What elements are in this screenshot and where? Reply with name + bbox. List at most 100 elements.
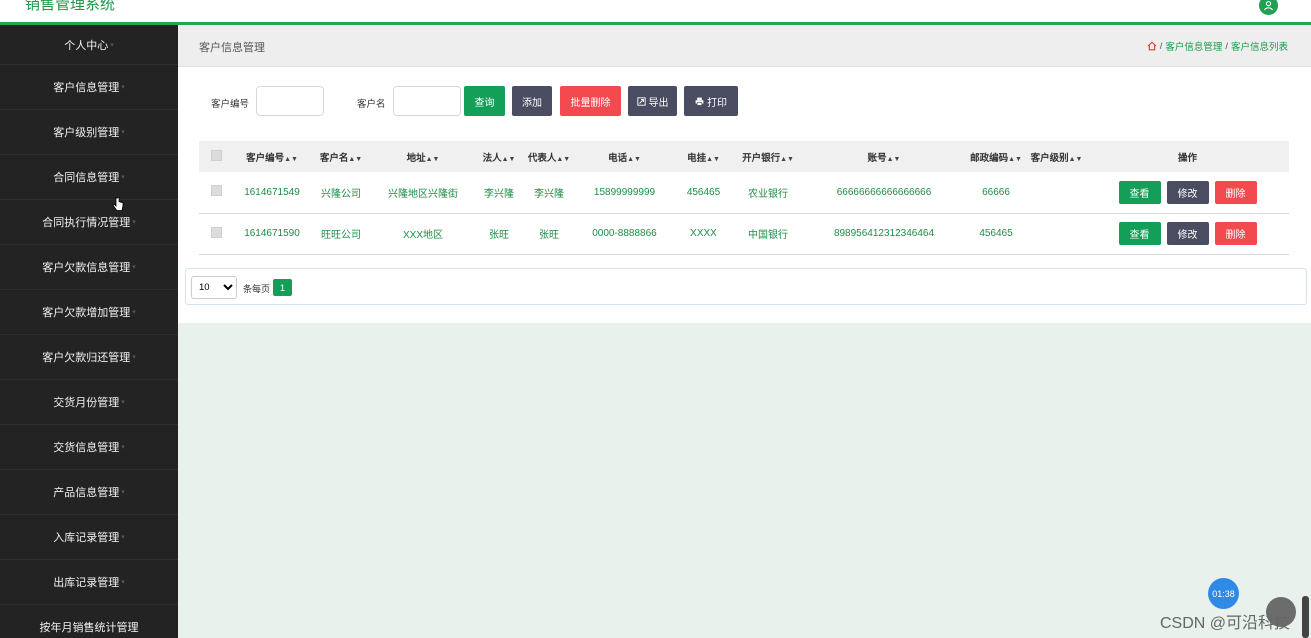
delete-button[interactable]: 删除 [1214, 180, 1257, 204]
chevron-down-icon: ▾ [121, 444, 125, 451]
breadcrumb-item-customer-info[interactable]: 客户信息管理 [1165, 39, 1222, 53]
column-header[interactable]: 开户银行▲▼ [733, 141, 803, 172]
column-header[interactable]: 客户编号▲▼ [233, 141, 311, 172]
batch-delete-button[interactable]: 批量删除 [560, 86, 621, 116]
sidebar-item-label: 合同信息管理 [53, 172, 120, 184]
cell-address: XXX地区 [402, 230, 443, 241]
printer-icon [695, 97, 704, 106]
sort-icon: ▲▼ [627, 155, 641, 163]
sidebar-item-delivery-month[interactable]: 交货月份管理 ▾ [0, 380, 178, 425]
sort-icon: ▲▼ [780, 155, 794, 163]
column-header[interactable]: 电挂▲▼ [674, 141, 733, 172]
cell-legal-person: 张旺 [489, 230, 509, 241]
user-avatar-icon[interactable] [1259, 0, 1278, 15]
pagination-bar: 10 条每页 1 [185, 268, 1307, 305]
query-button[interactable]: 查询 [464, 86, 505, 116]
customer-no-input[interactable] [256, 86, 324, 116]
export-icon [636, 96, 646, 106]
cell-actions: 查看 修改 删除 [1086, 213, 1289, 254]
sidebar-item-contract-info[interactable]: 合同信息管理 ▾ [0, 155, 178, 200]
cell-account: 66666666666666666 [836, 186, 932, 198]
cell-level [1027, 213, 1086, 254]
select-all-checkbox[interactable] [210, 149, 222, 161]
cell-account: 898956412312346464 [833, 228, 935, 239]
chevron-down-icon: ▾ [121, 489, 125, 496]
breadcrumb-item-customer-list[interactable]: 客户信息列表 [1231, 39, 1288, 53]
column-header[interactable]: 电话▲▼ [575, 141, 674, 172]
view-button[interactable]: 查看 [1118, 180, 1161, 204]
search-bar: 客户编号 客户名 查询 添加 批量删除 导出 打印 [178, 86, 1311, 117]
chevron-down-icon: ▾ [132, 354, 136, 361]
page-size-select[interactable]: 10 [191, 276, 237, 299]
cell-phone: 15899999999 [593, 186, 656, 198]
sidebar-item-label: 出库记录管理 [53, 577, 120, 589]
sidebar-item-label: 交货月份管理 [53, 397, 120, 409]
sidebar-item-personal-center[interactable]: 个人中心 ▾ [0, 25, 178, 65]
cell-representative: 张旺 [539, 230, 559, 241]
column-header[interactable]: 客户级别▲▼ [1027, 141, 1086, 172]
sidebar-item-outbound-records[interactable]: 出库记录管理 ▾ [0, 560, 178, 605]
sidebar-item-label: 合同执行情况管理 [42, 217, 131, 229]
sort-icon: ▲▼ [1068, 155, 1083, 163]
sidebar-item-inbound-records[interactable]: 入库记录管理 ▾ [0, 515, 178, 560]
chevron-down-icon: ▾ [121, 534, 125, 541]
sidebar-item-debt-increase[interactable]: 客户欠款增加管理 ▾ [0, 290, 178, 335]
select-all-checkbox-cell [199, 141, 233, 172]
sidebar-item-customer-level[interactable]: 客户级别管理 ▾ [0, 110, 178, 155]
table-header-row: 客户编号▲▼ 客户名▲▼ 地址▲▼ 法人▲▼ 代表人▲▼ 电话▲▼ 电挂▲▼ 开… [199, 141, 1289, 172]
column-header[interactable]: 法人▲▼ [475, 141, 523, 172]
column-header[interactable]: 客户名▲▼ [311, 141, 371, 172]
column-header[interactable]: 账号▲▼ [803, 141, 965, 172]
customer-name-input[interactable] [393, 86, 461, 116]
row-checkbox[interactable] [210, 185, 222, 197]
sidebar-item-label: 客户信息管理 [53, 82, 120, 94]
chevron-down-icon: ▾ [121, 84, 125, 91]
sort-icon: ▲▼ [556, 155, 571, 163]
home-icon[interactable] [1147, 41, 1157, 51]
sidebar-item-monthly-sales-stats[interactable]: 按年月销售统计管理 [0, 605, 178, 638]
row-checkbox-cell [199, 213, 233, 254]
customer-no-label: 客户编号 [211, 99, 250, 110]
edit-button[interactable]: 修改 [1166, 222, 1209, 245]
sidebar-item-customer-debt[interactable]: 客户欠款信息管理 ▾ [0, 245, 178, 290]
sidebar-item-label: 入库记录管理 [53, 532, 120, 544]
column-header[interactable]: 邮政编码▲▼ [965, 141, 1027, 172]
recording-timer: 01:38 [1208, 578, 1239, 609]
top-bar: 销售管理系统 [0, 0, 1311, 25]
sidebar-item-product-info[interactable]: 产品信息管理 ▾ [0, 470, 178, 515]
customer-name-label: 客户名 [357, 99, 386, 110]
scrollbar-thumb[interactable] [1302, 596, 1309, 638]
sidebar-item-label: 客户欠款增加管理 [42, 307, 131, 319]
add-button[interactable]: 添加 [512, 86, 552, 116]
table-row: 1614671549 兴隆公司 兴隆地区兴隆街 李兴隆 李兴隆 15899999… [199, 172, 1289, 213]
chevron-down-icon: ▾ [121, 399, 125, 406]
watermark: CSDN @可沿科技 [1160, 615, 1291, 632]
row-checkbox[interactable] [210, 226, 222, 238]
chevron-down-icon: ▾ [132, 309, 136, 316]
cell-postcode: 456465 [979, 228, 1013, 239]
delete-button[interactable]: 删除 [1214, 222, 1257, 245]
export-button[interactable]: 导出 [628, 86, 677, 116]
row-checkbox-cell [199, 172, 233, 213]
view-button[interactable]: 查看 [1118, 222, 1161, 245]
sort-icon: ▲▼ [284, 155, 298, 163]
page-number-button[interactable]: 1 [273, 279, 292, 296]
sidebar-item-label: 客户级别管理 [53, 127, 120, 139]
customer-table: 客户编号▲▼ 客户名▲▼ 地址▲▼ 法人▲▼ 代表人▲▼ 电话▲▼ 电挂▲▼ 开… [199, 141, 1289, 255]
sidebar-item-customer-info[interactable]: 客户信息管理 ▾ [0, 65, 178, 110]
chevron-down-icon: ▾ [121, 174, 125, 181]
sidebar-item-contract-execution[interactable]: 合同执行情况管理 ▾ [0, 200, 178, 245]
sidebar-item-label: 客户欠款归还管理 [42, 352, 131, 364]
edit-button[interactable]: 修改 [1166, 180, 1209, 204]
sidebar-item-debt-repayment[interactable]: 客户欠款归还管理 ▾ [0, 335, 178, 380]
sidebar-item-delivery-info[interactable]: 交货信息管理 ▾ [0, 425, 178, 470]
column-header[interactable]: 代表人▲▼ [523, 141, 575, 172]
chevron-down-icon: ▾ [121, 579, 125, 586]
sidebar-item-label: 客户欠款信息管理 [42, 262, 131, 274]
cell-bank: 中国银行 [748, 230, 788, 241]
per-page-label: 条每页 [243, 284, 271, 294]
sort-icon: ▲▼ [1008, 155, 1022, 163]
chevron-down-icon: ▾ [110, 41, 114, 49]
column-header[interactable]: 地址▲▼ [371, 141, 475, 172]
print-button[interactable]: 打印 [684, 86, 738, 116]
